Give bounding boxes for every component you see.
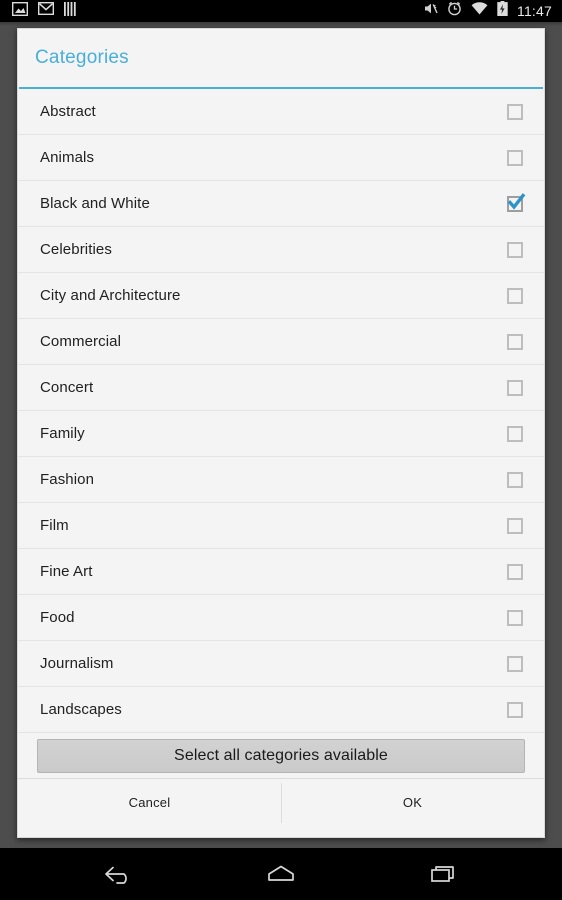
dialog-footer: Select all categories available Cancel O…: [18, 737, 544, 837]
status-bar-notification-icons: [0, 1, 77, 21]
checkbox-unchecked[interactable]: [507, 149, 523, 166]
list-item-label: Family: [40, 425, 85, 442]
screenshot-icon: [11, 1, 29, 21]
dialog-footer-padding: [18, 825, 544, 837]
home-icon[interactable]: [257, 854, 305, 894]
battery-charging-icon: [497, 1, 508, 21]
list-item[interactable]: Black and White: [18, 181, 544, 227]
list-item-label: Food: [40, 609, 75, 626]
list-item-label: Landscapes: [40, 701, 122, 718]
alarm-icon: [447, 1, 462, 21]
list-item[interactable]: Concert: [18, 365, 544, 411]
list-item-label: Abstract: [40, 103, 96, 120]
checkbox-unchecked[interactable]: [507, 701, 523, 718]
categories-dialog: Categories Abstract Animals Black and Whit…: [17, 28, 545, 838]
status-bar: 11:47: [0, 0, 562, 22]
list-item-label: Journalism: [40, 655, 114, 672]
checkbox-unchecked[interactable]: [507, 609, 523, 626]
checkbox-unchecked[interactable]: [507, 655, 523, 672]
list-item[interactable]: Family: [18, 411, 544, 457]
categories-list: Abstract Animals Black and White Celebritie…: [18, 89, 544, 733]
list-item-label: Commercial: [40, 333, 122, 350]
list-item[interactable]: Commercial: [18, 319, 544, 365]
list-item[interactable]: Landscapes: [18, 687, 544, 733]
gmail-icon: [37, 1, 55, 20]
back-icon[interactable]: [95, 854, 143, 894]
cancel-button[interactable]: Cancel: [18, 779, 281, 825]
list-item[interactable]: Animals: [18, 135, 544, 181]
checkbox-unchecked[interactable]: [507, 103, 523, 120]
button-bar-divider: [281, 783, 282, 823]
select-all-container: Select all categories available: [18, 737, 544, 778]
navigation-bar: [0, 848, 562, 900]
device-screen: 11:47 Categories Abstract Animals Black an…: [0, 0, 562, 900]
list-item-label: Fashion: [40, 471, 95, 488]
list-item-label: Concert: [40, 379, 94, 396]
mute-icon: [423, 1, 438, 21]
dialog-button-bar: Cancel OK: [18, 778, 544, 825]
list-item-label: Celebrities: [40, 241, 112, 258]
checkbox-unchecked[interactable]: [507, 471, 523, 488]
ok-button[interactable]: OK: [281, 779, 544, 825]
wifi-icon: [471, 2, 488, 20]
list-item[interactable]: Fine Art: [18, 549, 544, 595]
checkbox-unchecked[interactable]: [507, 333, 523, 350]
checkbox-checked[interactable]: [507, 192, 526, 212]
list-item-label: Film: [40, 517, 69, 534]
list-item[interactable]: City and Architecture: [18, 273, 544, 319]
list-item[interactable]: Food: [18, 595, 544, 641]
categories-list-scroll-area[interactable]: Abstract Animals Black and White Celebritie…: [18, 89, 544, 737]
list-item[interactable]: Fashion: [18, 457, 544, 503]
checkbox-unchecked[interactable]: [507, 425, 523, 442]
select-all-button[interactable]: Select all categories available: [37, 739, 525, 773]
list-item-label: Black and White: [40, 195, 150, 212]
list-item[interactable]: Abstract: [18, 89, 544, 135]
checkbox-unchecked[interactable]: [507, 287, 523, 304]
status-bar-clock: 11:47: [517, 3, 552, 19]
checkbox-unchecked[interactable]: [507, 517, 523, 534]
dialog-title: Categories: [35, 47, 129, 68]
list-item[interactable]: Film: [18, 503, 544, 549]
dialog-title-bar: Categories: [18, 29, 544, 87]
list-item-label: Fine Art: [40, 563, 93, 580]
status-bar-system-icons: 11:47: [423, 1, 562, 21]
list-item-label: City and Architecture: [40, 287, 181, 304]
list-item-label: Animals: [40, 149, 95, 166]
list-item[interactable]: Journalism: [18, 641, 544, 687]
status-bar-shadow: [0, 22, 562, 26]
checkbox-unchecked[interactable]: [507, 241, 523, 258]
list-item[interactable]: Celebrities: [18, 227, 544, 273]
check-icon: [507, 192, 526, 210]
bars-icon: [64, 1, 77, 21]
recents-icon[interactable]: [419, 854, 467, 894]
checkbox-unchecked[interactable]: [507, 563, 523, 580]
checkbox-unchecked[interactable]: [507, 379, 523, 396]
